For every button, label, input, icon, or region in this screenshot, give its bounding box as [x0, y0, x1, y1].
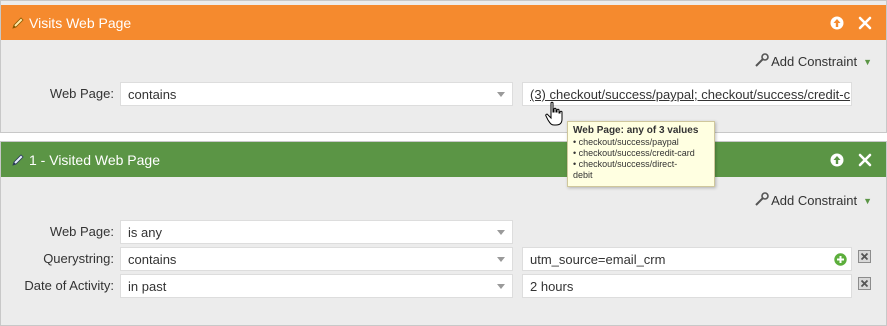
operator-select[interactable]: in past [120, 274, 513, 298]
row-label: Querystring: [43, 251, 114, 266]
delete-constraint-icon[interactable] [858, 277, 871, 290]
value-text: utm_source=email_crm [530, 252, 666, 267]
operator-select[interactable]: is any [120, 220, 513, 244]
value-tooltip: Web Page: any of 3 values • checkout/suc… [567, 121, 715, 187]
value-text: 2 hours [530, 279, 574, 294]
operator-select[interactable]: contains [120, 247, 513, 271]
row-label: Web Page: [49, 224, 114, 239]
delete-constraint-icon[interactable] [858, 250, 871, 263]
row-label: Web Page: [49, 86, 114, 101]
tooltip-item: • checkout/success/direct- [573, 159, 678, 169]
constraint-row-web-page: Web Page: is any [1, 220, 886, 244]
caret-down-icon [497, 284, 505, 289]
caret-down-icon [497, 257, 505, 262]
collapse-icon[interactable] [830, 153, 844, 167]
value-field[interactable]: (3) checkout/success/paypal; checkout/su… [522, 82, 852, 106]
tooltip-title: Web Page: any of 3 values [573, 125, 699, 136]
add-constraint-button[interactable]: Add Constraint ▼ [755, 192, 872, 209]
close-icon[interactable] [858, 153, 872, 167]
wrench-icon [755, 53, 769, 70]
value-field[interactable]: utm_source=email_crm [522, 247, 852, 271]
operator-value: contains [128, 252, 177, 267]
pencil-icon [11, 153, 25, 167]
dropdown-arrow-icon: ▼ [863, 195, 872, 206]
filter-header: Visits Web Page [1, 5, 886, 40]
tooltip-item: debit [573, 170, 593, 180]
add-value-icon[interactable] [834, 253, 847, 266]
row-label: Date of Activity: [24, 278, 114, 293]
add-constraint-label: Add Constraint [771, 54, 858, 69]
operator-value: contains [128, 87, 177, 102]
close-icon[interactable] [858, 16, 872, 30]
pencil-icon [11, 16, 25, 30]
operator-select[interactable]: contains [120, 82, 513, 106]
value-field[interactable]: 2 hours [522, 274, 852, 298]
constraint-row-date-of-activity: Date of Activity: in past 2 hours [1, 274, 886, 298]
add-constraint-button[interactable]: Add Constraint ▼ [755, 53, 872, 70]
operator-value: is any [128, 225, 162, 240]
filter-header: 1 - Visited Web Page [1, 142, 886, 177]
collapse-icon[interactable] [830, 16, 844, 30]
add-constraint-label: Add Constraint [771, 193, 858, 208]
caret-down-icon [497, 92, 505, 97]
tooltip-item: • checkout/success/paypal [573, 137, 679, 147]
filter-title: Visits Web Page [29, 14, 132, 31]
dropdown-arrow-icon: ▼ [863, 56, 872, 67]
hand-cursor-icon [545, 101, 565, 127]
tooltip-item: • checkout/success/credit-card [573, 148, 695, 158]
filter-panel-visits-web-page: Visits Web Page Add Constraint ▼ Web Pag… [0, 0, 887, 133]
caret-down-icon [497, 230, 505, 235]
constraint-row-web-page: Web Page: contains (3) checkout/success/… [1, 82, 886, 106]
wrench-icon [755, 192, 769, 209]
filter-panel-visited-web-page: 1 - Visited Web Page Add Constraint ▼ We… [0, 141, 887, 326]
constraint-row-querystring: Querystring: contains utm_source=email_c… [1, 247, 886, 271]
operator-value: in past [128, 279, 167, 294]
value-link[interactable]: (3) checkout/success/paypal; checkout/su… [530, 87, 850, 102]
